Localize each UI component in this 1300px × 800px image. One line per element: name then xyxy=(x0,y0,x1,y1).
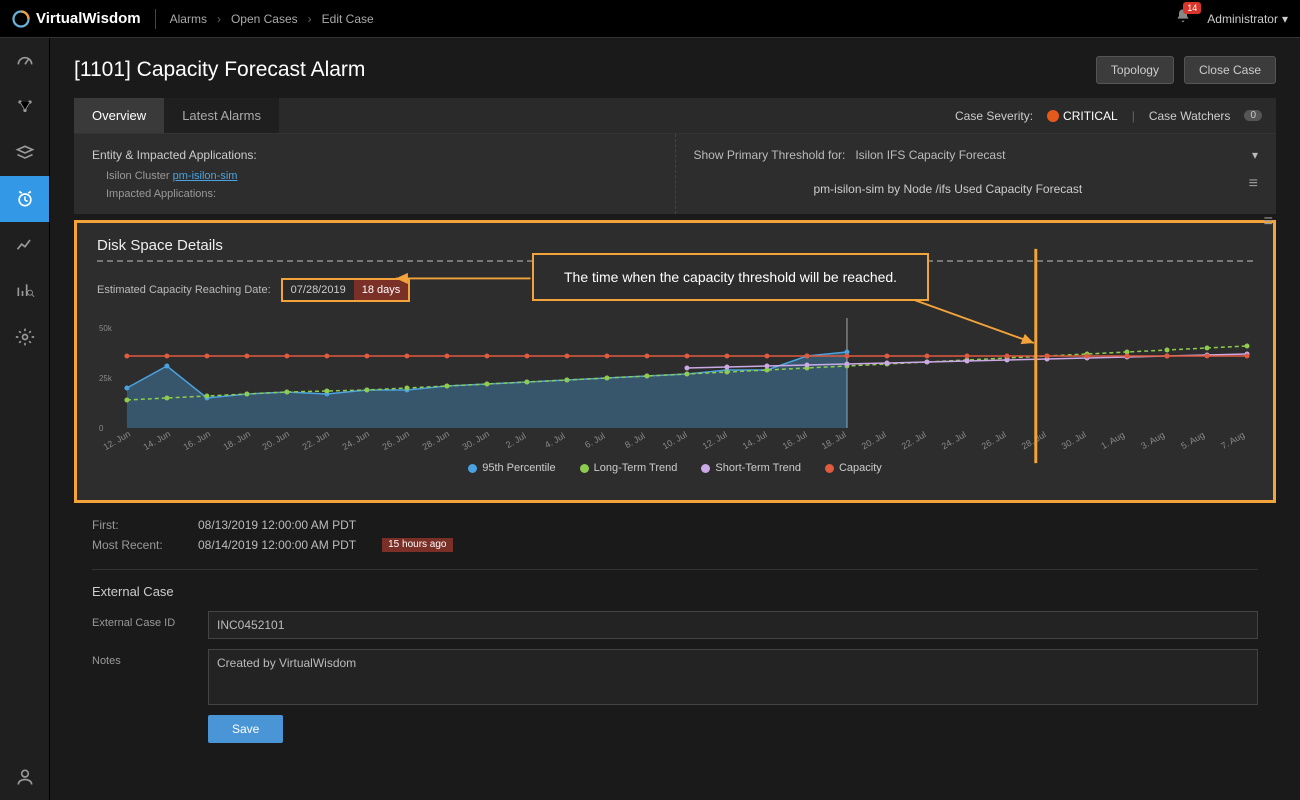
notification-badge: 14 xyxy=(1183,2,1201,14)
cluster-link[interactable]: pm-isilon-sim xyxy=(173,170,238,182)
capacity-chart[interactable]: 025k50k 12. Jun14. Jun16. Jun18. Jun20. … xyxy=(97,312,1253,482)
user-icon xyxy=(15,767,35,787)
chart-menu-button[interactable]: ≡ xyxy=(1264,213,1273,231)
recent-ago-badge: 15 hours ago xyxy=(382,538,452,552)
chevron-right-icon: › xyxy=(217,12,221,26)
caret-down-icon: ▾ xyxy=(1282,12,1288,26)
main-content: [1101] Capacity Forecast Alarm Topology … xyxy=(50,38,1300,800)
notifications-button[interactable]: 14 xyxy=(1175,8,1191,29)
divider xyxy=(155,9,156,29)
gauge-icon xyxy=(15,51,35,71)
chart-legend: 95th Percentile Long-Term Trend Short-Term… xyxy=(97,462,1253,474)
legend-item: Short-Term Trend xyxy=(701,462,801,474)
nav-topology[interactable] xyxy=(0,84,49,130)
critical-icon xyxy=(1047,110,1059,122)
nav-trends[interactable] xyxy=(0,222,49,268)
user-name: Administrator xyxy=(1207,12,1278,26)
nav-settings[interactable] xyxy=(0,314,49,360)
threshold-subtitle: pm-isilon-sim by Node /ifs Used Capacity… xyxy=(814,182,1083,196)
topology-button[interactable]: Topology xyxy=(1096,56,1174,84)
nav-dashboard[interactable] xyxy=(0,38,49,84)
case-severity-value: CRITICAL xyxy=(1047,109,1118,123)
impacted-apps-label: Impacted Applications: xyxy=(106,188,657,200)
gear-icon xyxy=(15,327,35,347)
notes-label: Notes xyxy=(92,649,192,667)
chart-menu-button[interactable]: ≡ xyxy=(1249,175,1258,193)
breadcrumb-item[interactable]: Alarms xyxy=(170,12,207,26)
bar-search-icon xyxy=(15,281,35,301)
nav-analytics[interactable] xyxy=(0,268,49,314)
disk-space-title: Disk Space Details xyxy=(97,237,1253,254)
tabs-row: Overview Latest Alarms Case Severity: CR… xyxy=(74,98,1276,134)
overview-content: Entity & Impacted Applications: Isilon C… xyxy=(74,134,1276,214)
close-case-button[interactable]: Close Case xyxy=(1184,56,1276,84)
user-menu[interactable]: Administrator ▾ xyxy=(1207,12,1288,26)
page-title: [1101] Capacity Forecast Alarm xyxy=(74,58,365,82)
left-nav xyxy=(0,38,50,800)
breadcrumb-item[interactable]: Open Cases xyxy=(231,12,298,26)
first-label: First: xyxy=(92,518,178,532)
external-id-input[interactable] xyxy=(208,611,1258,639)
est-capacity-days: 18 days xyxy=(354,280,409,300)
logo-icon xyxy=(12,10,30,28)
annotation-callout: The time when the capacity threshold wil… xyxy=(532,253,929,301)
save-button[interactable]: Save xyxy=(208,715,283,743)
first-value: 08/13/2019 12:00:00 AM PDT xyxy=(198,518,356,532)
svg-text:25k: 25k xyxy=(99,374,112,383)
nav-alarms[interactable] xyxy=(0,176,49,222)
breadcrumb-item: Edit Case xyxy=(322,12,374,26)
nav-layers[interactable] xyxy=(0,130,49,176)
est-capacity-label: Estimated Capacity Reaching Date: xyxy=(97,284,271,296)
tab-latest-alarms[interactable]: Latest Alarms xyxy=(164,98,279,133)
svg-text:50k: 50k xyxy=(99,324,112,333)
case-watchers-label: Case Watchers xyxy=(1149,109,1231,123)
recent-label: Most Recent: xyxy=(92,538,178,552)
case-severity-label: Case Severity: xyxy=(955,109,1033,123)
external-case-section: External Case External Case ID Notes Sav… xyxy=(74,570,1276,757)
caret-down-icon[interactable]: ▾ xyxy=(1252,148,1258,162)
top-bar: VirtualWisdom Alarms › Open Cases › Edit… xyxy=(0,0,1300,38)
disk-space-panel: Disk Space Details ≡ Estimated Capacity … xyxy=(74,220,1276,503)
svg-text:0: 0 xyxy=(99,424,104,433)
tab-overview[interactable]: Overview xyxy=(74,98,164,133)
cluster-label: Isilon Cluster xyxy=(106,170,170,182)
breadcrumb: Alarms › Open Cases › Edit Case xyxy=(170,12,374,26)
external-case-title: External Case xyxy=(92,584,1258,599)
app-name: VirtualWisdom xyxy=(36,10,141,27)
nodes-icon xyxy=(15,97,35,117)
alarm-clock-icon xyxy=(15,189,35,209)
legend-item: Capacity xyxy=(825,462,882,474)
recent-value: 08/14/2019 12:00:00 AM PDT xyxy=(198,538,356,552)
threshold-label: Show Primary Threshold for: xyxy=(694,148,846,162)
chevron-right-icon: › xyxy=(308,12,312,26)
page-header: [1101] Capacity Forecast Alarm Topology … xyxy=(74,56,1276,84)
legend-item: Long-Term Trend xyxy=(580,462,678,474)
case-watchers-count: 0 xyxy=(1244,110,1262,121)
app-logo: VirtualWisdom xyxy=(12,10,141,28)
notes-input[interactable] xyxy=(208,649,1258,705)
legend-item: 95th Percentile xyxy=(468,462,555,474)
external-id-label: External Case ID xyxy=(92,611,192,629)
threshold-select[interactable]: Isilon IFS Capacity Forecast xyxy=(855,148,1242,162)
nav-profile[interactable] xyxy=(0,754,49,800)
est-capacity-box: 07/28/2019 18 days xyxy=(281,278,411,302)
line-chart-icon xyxy=(15,235,35,255)
entity-header: Entity & Impacted Applications: xyxy=(92,148,657,162)
layers-icon xyxy=(15,143,35,163)
alarm-detail-rows: First: 08/13/2019 12:00:00 AM PDT Most R… xyxy=(92,503,1258,570)
est-capacity-date: 07/28/2019 xyxy=(283,280,354,300)
